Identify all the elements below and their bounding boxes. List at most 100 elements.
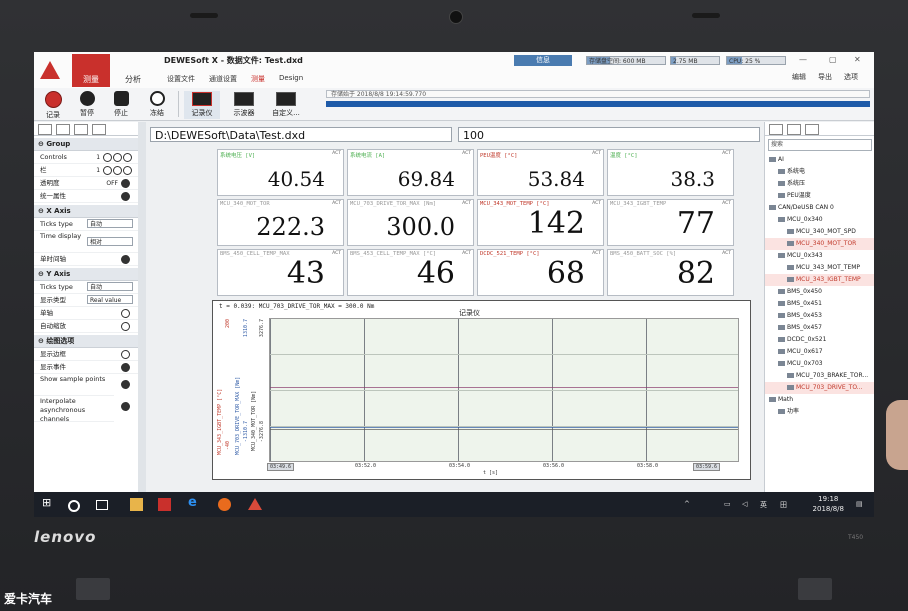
export-button[interactable]: 导出 <box>818 72 832 82</box>
restore-icon[interactable]: ▢ <box>829 55 837 64</box>
channel-search-input[interactable]: 搜索 <box>768 139 872 151</box>
time-display-select[interactable]: 相对 <box>87 237 133 246</box>
volume-icon[interactable]: ◁ <box>742 500 747 508</box>
recorder-widget[interactable]: t = 0.039: MCU_703_DRIVE_TOR_MAX = 300.0… <box>212 300 751 480</box>
transparency-toggle[interactable]: OFF <box>106 178 118 190</box>
digital-meter[interactable]: 温度 [°C] ACT 38.3 <box>607 149 734 196</box>
show-sample-points-checkbox[interactable] <box>121 380 130 389</box>
input-language[interactable]: 英 <box>760 500 767 510</box>
options-button[interactable]: 选项 <box>844 72 858 82</box>
y-axis-section-title[interactable]: ⊖ Y Axis <box>34 268 138 281</box>
channel-tree-item[interactable]: PEU温度 <box>765 190 874 202</box>
file-path-field[interactable]: D:\DEWESoft\Data\Test.dxd <box>150 127 452 142</box>
firefox-icon[interactable] <box>218 498 231 511</box>
channel-tree-item[interactable]: CAN/DeUSB CAN 0 <box>765 202 874 214</box>
digital-meter[interactable]: DCDC_521_TEMP [°C] ACT 68 <box>477 249 604 296</box>
show-events-checkbox[interactable] <box>121 363 130 372</box>
file-explorer-icon[interactable] <box>130 498 143 511</box>
tab-design[interactable]: Design <box>279 74 303 84</box>
display-type-select[interactable]: Real value <box>87 295 133 304</box>
digital-meter[interactable]: MCU_340_MOT_TOR ACT 222.3 <box>217 199 344 246</box>
channel-tree-item[interactable]: MCU_0x343 <box>765 250 874 262</box>
dewesoft-taskbar-icon[interactable] <box>248 498 262 510</box>
channel-tree-item[interactable]: MCU_340_MOT_TOR <box>765 238 874 250</box>
panel-tab-icon[interactable] <box>38 124 52 135</box>
group-section-title[interactable]: ⊖ Group <box>34 138 138 151</box>
single-time-checkbox[interactable] <box>121 255 130 264</box>
task-view-icon[interactable] <box>96 500 108 510</box>
unify-checkbox[interactable] <box>121 192 130 201</box>
channel-tree-item[interactable]: AI <box>765 154 874 166</box>
channel-tree-item[interactable]: MCU_0x340 <box>765 214 874 226</box>
digital-meter[interactable]: 系统电流 [A] ACT 69.84 <box>347 149 474 196</box>
digital-meter[interactable]: BMS_453_CELL_TEMP_MAX [°C] ACT 46 <box>347 249 474 296</box>
taskbar-clock[interactable]: 19:18 2018/8/8 <box>813 494 844 514</box>
digital-meter[interactable]: 系统电压 [V] ACT 40.54 <box>217 149 344 196</box>
scope-instrument-button[interactable]: 示波器 <box>226 91 262 119</box>
digital-meter[interactable]: BMS_450_CELL_TEMP_MAX ACT 43 <box>217 249 344 296</box>
tray-chevron-icon[interactable]: ^ <box>684 500 690 508</box>
mode-analysis-button[interactable]: 分析 <box>114 54 152 87</box>
network-icon[interactable]: ▭ <box>724 500 731 508</box>
autoscale-checkbox[interactable] <box>121 322 130 331</box>
channel-tree-item[interactable]: BMS_0x451 <box>765 298 874 310</box>
edit-button[interactable]: 编辑 <box>792 72 806 82</box>
channel-tree-item[interactable]: DCDC_0x521 <box>765 334 874 346</box>
tab-measure[interactable]: 测量 <box>251 74 265 84</box>
minimize-icon[interactable]: — <box>799 55 807 64</box>
channel-tree-item[interactable]: MCU_343_IGBT_TEMP <box>765 274 874 286</box>
digital-meter[interactable]: PEU温度 [°C] ACT 53.84 <box>477 149 604 196</box>
show-border-checkbox[interactable] <box>121 350 130 359</box>
search-icon[interactable] <box>68 500 80 512</box>
tab-setup-file[interactable]: 设置文件 <box>167 74 195 84</box>
custom-instrument-button[interactable]: 自定义... <box>268 91 304 119</box>
windows-start-icon[interactable]: ⊞ <box>42 496 55 509</box>
x-ticks-select[interactable]: 自动 <box>87 219 133 228</box>
pause-button[interactable]: 暂停 <box>72 91 102 119</box>
plot-options-section-title[interactable]: ⊖ 绘图选项 <box>34 335 138 348</box>
app-icon[interactable] <box>158 498 171 511</box>
ime-icon[interactable]: 田 <box>780 500 787 510</box>
channel-tree-item[interactable]: MCU_703_DRIVE_TO... <box>765 382 874 394</box>
freeze-button[interactable]: 冻结 <box>142 91 172 119</box>
channel-tree-item[interactable]: MCU_703_BRAKE_TOR... <box>765 370 874 382</box>
digital-meter[interactable]: MCU_343_IGBT_TEMP ACT 77 <box>607 199 734 246</box>
channel-tree-item[interactable]: BMS_0x457 <box>765 322 874 334</box>
channel-tree-item[interactable]: MCU_343_MOT_TEMP <box>765 262 874 274</box>
single-axis-checkbox[interactable] <box>121 309 130 318</box>
panel-tab-icon[interactable] <box>787 124 801 135</box>
plus-icon[interactable] <box>113 166 122 175</box>
info-button[interactable]: 信息 <box>514 55 572 66</box>
tab-channel-setup[interactable]: 通道设置 <box>209 74 237 84</box>
digital-meter[interactable]: MCU_703_DRIVE_TOR_MAX [Nm] ACT 300.0 <box>347 199 474 246</box>
channel-tree-item[interactable]: MCU_340_MOT_SPD <box>765 226 874 238</box>
settings-icon[interactable] <box>123 153 132 162</box>
channel-tree-item[interactable]: MCU_0x617 <box>765 346 874 358</box>
notification-icon[interactable]: ▤ <box>856 500 863 508</box>
minus-icon[interactable] <box>103 166 112 175</box>
recorder-instrument-button[interactable]: 记录仪 <box>184 91 220 119</box>
channel-tree-item[interactable]: 系统压 <box>765 178 874 190</box>
x-axis-section-title[interactable]: ⊖ X Axis <box>34 205 138 218</box>
panel-scrollbar[interactable] <box>138 122 146 492</box>
stop-button[interactable]: 停止 <box>106 91 136 119</box>
channel-tree-item[interactable]: MCU_0x703 <box>765 358 874 370</box>
y-ticks-select[interactable]: 自动 <box>87 282 133 291</box>
settings-icon[interactable] <box>123 166 132 175</box>
close-icon[interactable]: ✕ <box>854 55 861 64</box>
panel-tab-icon[interactable] <box>56 124 70 135</box>
digital-meter[interactable]: MCU_343_MOT_TEMP [°C] ACT 142 <box>477 199 604 246</box>
channel-tree-item[interactable]: BMS_0x453 <box>765 310 874 322</box>
plus-icon[interactable] <box>113 153 122 162</box>
channel-tree-item[interactable]: 系统电 <box>765 166 874 178</box>
channel-tree-item[interactable]: Math <box>765 394 874 406</box>
toggle-icon[interactable] <box>121 179 130 188</box>
mode-measure-button[interactable]: 测量 <box>72 54 110 87</box>
panel-tab-icon[interactable] <box>74 124 88 135</box>
panel-tab-icon[interactable] <box>769 124 783 135</box>
minus-icon[interactable] <box>103 153 112 162</box>
panel-tab-icon[interactable] <box>92 124 106 135</box>
interpolate-checkbox[interactable] <box>121 402 130 411</box>
channel-tree-item[interactable]: BMS_0x450 <box>765 286 874 298</box>
channel-tree-item[interactable]: 功率 <box>765 406 874 418</box>
